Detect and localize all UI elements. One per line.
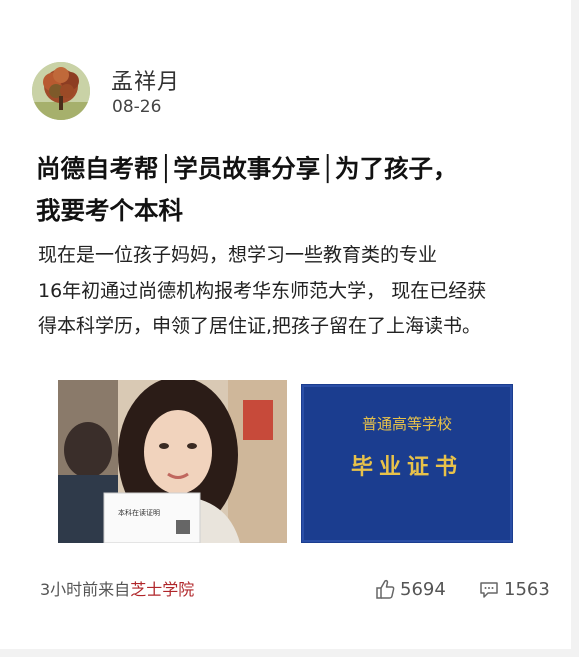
comment-button[interactable]: 1563 (478, 576, 550, 602)
source-link[interactable]: 芝士学院 (130, 580, 194, 599)
tree-avatar-icon (32, 62, 90, 120)
post-source: 3小时前来自芝士学院 (40, 576, 194, 600)
post-date: 08-26 (112, 97, 162, 117)
student-photo[interactable]: 本科在读证明 (58, 380, 287, 543)
certificate-caption: 本科在读证明 (118, 508, 160, 517)
post-card: 孟祥月 08-26 尚德自考帮│学员故事分享│为了孩子， 我要考个本科 现在是一… (0, 0, 571, 649)
post-body-line: 现在是一位孩子妈妈，想学习一些教育类的专业 (38, 244, 438, 266)
diploma-image[interactable]: 普通高等学校 毕业证书 (301, 384, 513, 543)
diploma-cover-image: 普通高等学校 毕业证书 (301, 384, 513, 543)
post-time: 3小时前来自 (40, 580, 131, 599)
comment-count: 1563 (504, 578, 550, 600)
like-count: 5694 (400, 578, 446, 600)
diploma-main-text: 毕业证书 (351, 454, 463, 480)
post-body-line: 16年初通过尚德机构报考华东师范大学， 现在已经获 (38, 279, 487, 302)
author-name[interactable]: 孟祥月 (111, 64, 180, 96)
comment-icon (480, 582, 498, 598)
post-body: 现在是一位孩子妈妈，想学习一些教育类的专业 16年初通过尚德机构报考华东师范大学… (38, 238, 553, 345)
diploma-top-text: 普通高等学校 (362, 415, 452, 433)
student-photo-image: 本科在读证明 (58, 380, 287, 543)
thumbs-up-icon (376, 579, 395, 599)
post-body-line: 得本科学历，申领了居住证,把孩子留在了上海读书。 (38, 315, 482, 337)
post-title[interactable]: 尚德自考帮│学员故事分享│为了孩子， 我要考个本科 (36, 148, 551, 232)
post-title-line: 我要考个本科 (36, 196, 183, 225)
author-avatar[interactable] (32, 62, 90, 120)
like-button[interactable]: 5694 (374, 576, 446, 602)
post-title-line: 尚德自考帮│学员故事分享│为了孩子， (36, 154, 458, 183)
